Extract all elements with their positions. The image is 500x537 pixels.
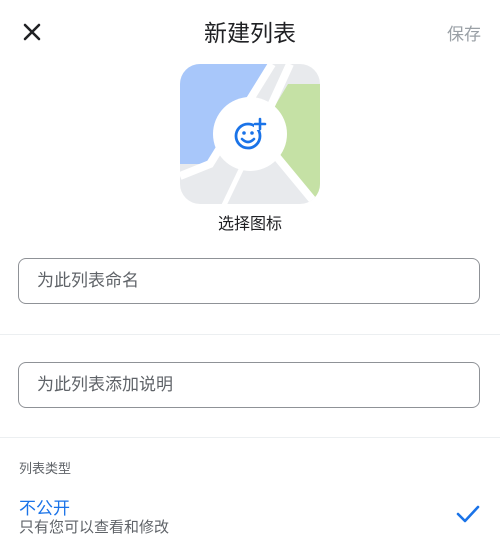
app-header: 新建列表 保存 [0, 0, 500, 62]
list-type-section-label: 列表类型 [19, 462, 72, 477]
list-type-option-description: 只有您可以查看和修改 [19, 518, 170, 536]
page-title: 新建列表 [204, 21, 296, 47]
divider [0, 437, 500, 438]
list-icon-picker[interactable] [180, 64, 320, 204]
list-name-input[interactable] [19, 259, 479, 303]
save-button[interactable]: 保存 [447, 20, 481, 45]
add-emoji-icon [234, 117, 267, 150]
divider [0, 334, 500, 335]
list-description-field[interactable] [18, 362, 480, 408]
choose-icon-label[interactable]: 选择图标 [0, 210, 500, 234]
list-description-input[interactable] [19, 363, 479, 407]
list-name-field[interactable] [18, 258, 480, 304]
checkmark-icon [456, 505, 480, 523]
